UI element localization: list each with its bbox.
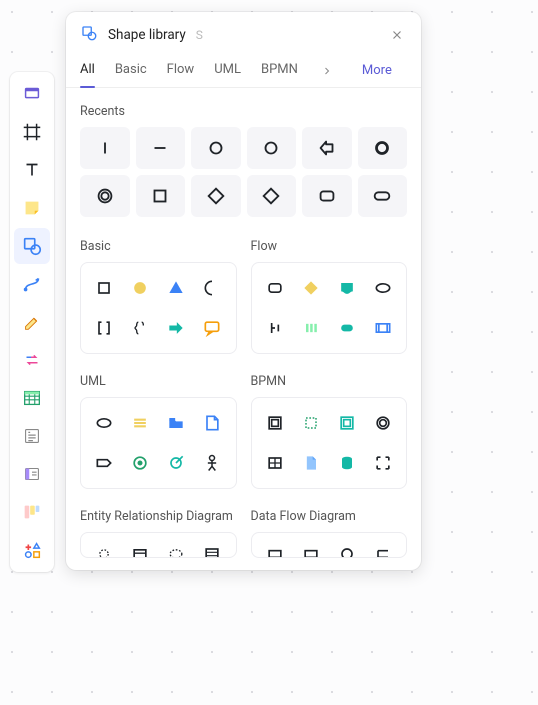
erd-gear[interactable] xyxy=(91,539,117,558)
close-button[interactable] xyxy=(387,25,407,45)
uml-group xyxy=(80,397,237,489)
recent-diamond-1[interactable] xyxy=(191,175,241,217)
connector-tool[interactable] xyxy=(14,266,50,302)
recent-circle-bold[interactable] xyxy=(358,127,408,169)
basic-circle-filled[interactable] xyxy=(127,273,153,303)
section-recents-label: Recents xyxy=(80,104,407,119)
text-tool[interactable] xyxy=(14,152,50,188)
recent-line-vertical[interactable] xyxy=(80,127,130,169)
tab-all[interactable]: All xyxy=(80,54,95,87)
panel-title: Shape library xyxy=(108,27,186,43)
basic-brackets[interactable] xyxy=(91,313,117,343)
shape-library-icon xyxy=(80,24,98,46)
flow-parallel[interactable] xyxy=(298,313,324,343)
shape-library-panel: Shape library S All Basic Flow UML BPMN … xyxy=(66,12,421,570)
erd-grid[interactable] xyxy=(199,539,225,558)
recent-circle-1[interactable] xyxy=(191,127,241,169)
recents-grid xyxy=(80,127,407,217)
erd-oval[interactable] xyxy=(163,539,189,558)
basic-triangle[interactable] xyxy=(163,273,189,303)
left-toolbar xyxy=(10,72,54,572)
shapes-tool[interactable] xyxy=(14,228,50,264)
table-tool[interactable] xyxy=(14,380,50,416)
tab-flow[interactable]: Flow xyxy=(167,54,195,87)
section-bpmn-label: BPMN xyxy=(251,374,408,389)
flow-subroutine[interactable] xyxy=(370,313,396,343)
flow-document[interactable] xyxy=(334,273,360,303)
chevron-right-icon xyxy=(321,65,333,77)
card-tool[interactable] xyxy=(14,456,50,492)
recent-rounded-rect[interactable] xyxy=(302,175,352,217)
bpmn-square-double[interactable] xyxy=(334,408,360,438)
bpmn-group xyxy=(251,397,408,489)
basic-square[interactable] xyxy=(91,273,117,303)
kanban-tool[interactable] xyxy=(14,494,50,530)
flow-group xyxy=(251,262,408,354)
bpmn-expand[interactable] xyxy=(370,448,396,478)
dfd-rect-1[interactable] xyxy=(262,539,288,558)
tabs-more[interactable]: More xyxy=(362,63,392,78)
basic-braces[interactable] xyxy=(127,313,153,343)
recent-line-horizontal[interactable] xyxy=(136,127,186,169)
close-icon xyxy=(390,28,404,42)
bpmn-double-circle[interactable] xyxy=(370,408,396,438)
bpmn-cylinder[interactable] xyxy=(334,448,360,478)
panel-header: Shape library S xyxy=(66,12,421,54)
flow-diamond[interactable] xyxy=(298,273,324,303)
pen-tool[interactable] xyxy=(14,304,50,340)
uml-page[interactable] xyxy=(199,408,225,438)
section-dfd-label: Data Flow Diagram xyxy=(251,509,408,524)
dfd-rect-2[interactable] xyxy=(298,539,324,558)
basic-callout[interactable] xyxy=(199,313,225,343)
panel-shortcut: S xyxy=(196,28,203,42)
uml-circle-dot[interactable] xyxy=(127,448,153,478)
text-block-tool[interactable] xyxy=(14,418,50,454)
basic-crescent[interactable] xyxy=(199,273,225,303)
recent-circle-2[interactable] xyxy=(247,127,297,169)
section-erd-label: Entity Relationship Diagram xyxy=(80,509,237,524)
basic-group xyxy=(80,262,237,354)
tab-basic[interactable]: Basic xyxy=(115,54,147,87)
uml-target[interactable] xyxy=(163,448,189,478)
bpmn-file[interactable] xyxy=(298,448,324,478)
sticky-note-tool[interactable] xyxy=(14,190,50,226)
tabs-row: All Basic Flow UML BPMN More xyxy=(66,54,421,88)
recent-square[interactable] xyxy=(136,175,186,217)
uml-folder[interactable] xyxy=(163,408,189,438)
more-shapes-tool[interactable] xyxy=(14,532,50,568)
swap-tool[interactable] xyxy=(14,342,50,378)
dfd-bracket[interactable] xyxy=(370,539,396,558)
recent-diamond-2[interactable] xyxy=(247,175,297,217)
select-tool[interactable] xyxy=(14,76,50,112)
tab-uml[interactable]: UML xyxy=(214,54,241,87)
recent-arrow-left[interactable] xyxy=(302,127,352,169)
frame-tool[interactable] xyxy=(14,114,50,150)
flow-indent[interactable] xyxy=(262,313,288,343)
section-uml-label: UML xyxy=(80,374,237,389)
bpmn-square-inner[interactable] xyxy=(262,408,288,438)
flow-ellipse[interactable] xyxy=(370,273,396,303)
bpmn-table[interactable] xyxy=(262,448,288,478)
basic-arrow-right[interactable] xyxy=(163,313,189,343)
tab-bpmn[interactable]: BPMN xyxy=(261,54,298,87)
uml-actor[interactable] xyxy=(199,448,225,478)
panel-body: Recents Basic xyxy=(66,88,421,570)
dfd-circle[interactable] xyxy=(334,539,360,558)
erd-card[interactable] xyxy=(127,539,153,558)
section-flow-label: Flow xyxy=(251,239,408,254)
uml-menu[interactable] xyxy=(127,408,153,438)
tabs-scroll-right[interactable] xyxy=(318,62,336,80)
flow-capsule[interactable] xyxy=(334,313,360,343)
uml-ellipse[interactable] xyxy=(91,408,117,438)
bpmn-square-dashed[interactable] xyxy=(298,408,324,438)
recent-double-circle[interactable] xyxy=(80,175,130,217)
recent-pill[interactable] xyxy=(358,175,408,217)
section-basic-label: Basic xyxy=(80,239,237,254)
dfd-group xyxy=(251,532,408,558)
flow-rounded-rect[interactable] xyxy=(262,273,288,303)
erd-group xyxy=(80,532,237,558)
uml-tag[interactable] xyxy=(91,448,117,478)
